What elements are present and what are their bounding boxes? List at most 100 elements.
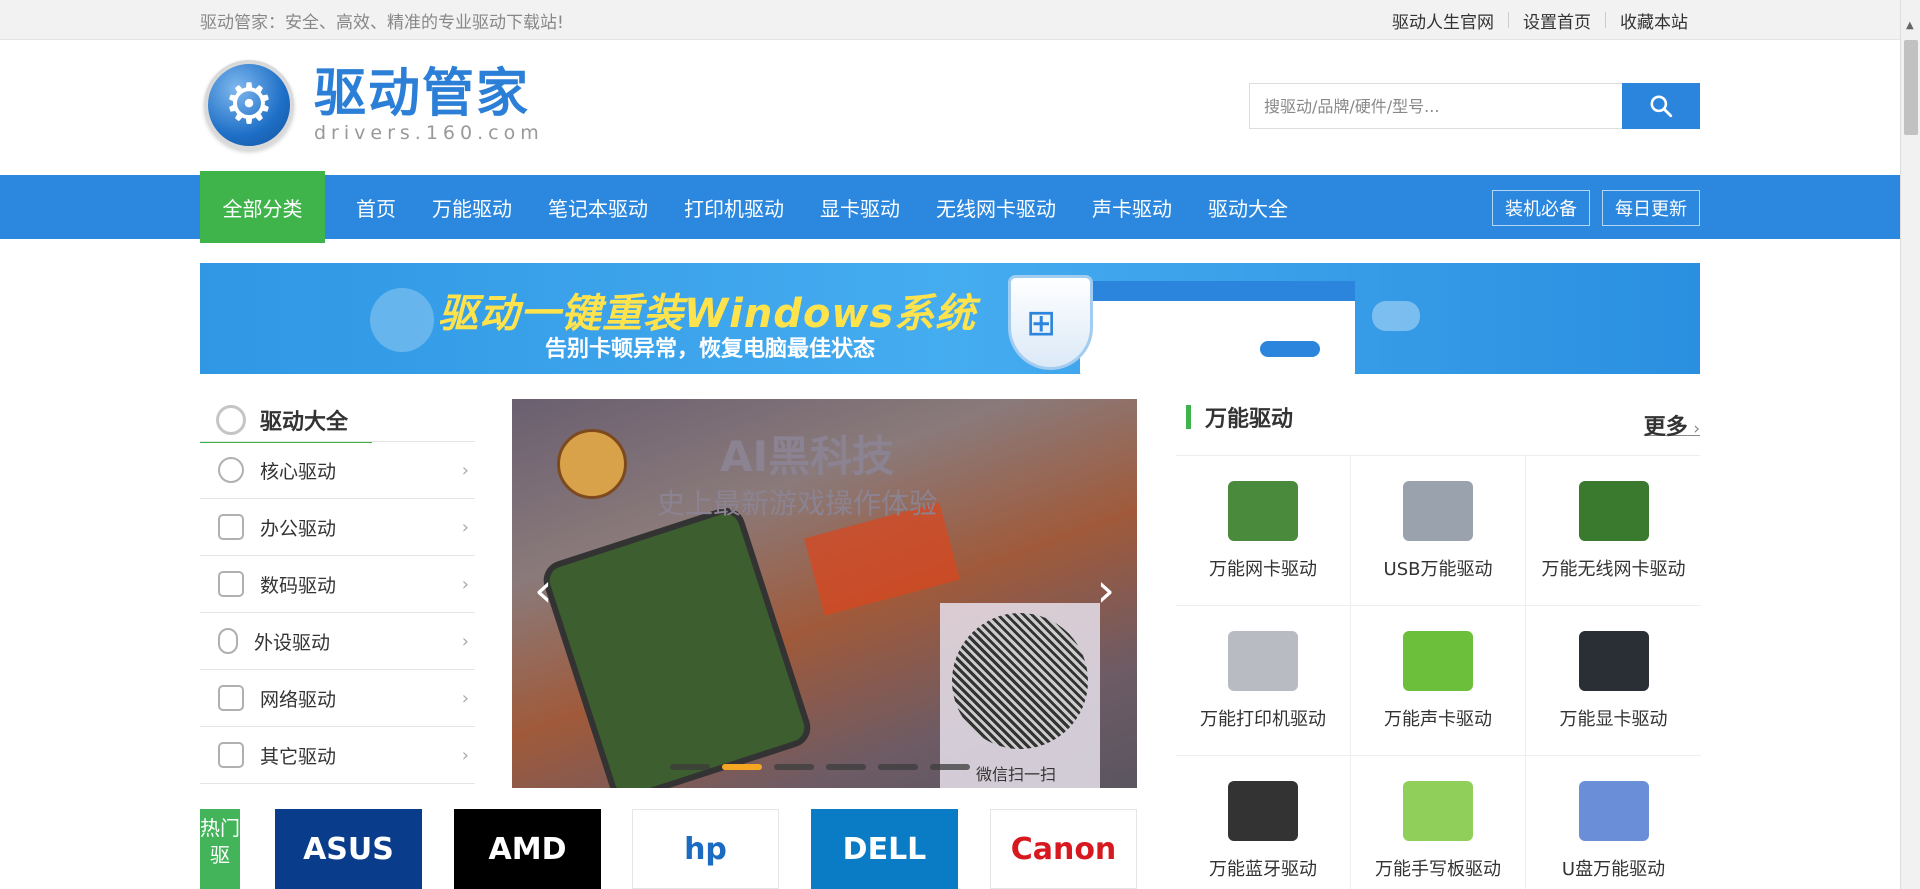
promo-banner[interactable]: 驱动一键重装Windows系统 告别卡顿异常，恢复电脑最佳状态 ⊞ [200,263,1700,374]
logo-title: 驱动管家 [314,64,531,124]
qr-label: 微信扫一扫 [976,765,1057,784]
driver-grid-item[interactable]: 万能手写板驱动 [1351,756,1526,889]
sidebar-item-label: 核心驱动 [260,460,337,483]
hot-drivers-label: 热门驱 [200,809,240,889]
nav-sound-drivers[interactable]: 声卡驱动 [1074,193,1190,222]
brand-logo-dell[interactable]: DELL [811,809,958,889]
driver-categories: 驱动大全 核心驱动 › 办公驱动 › 数码驱动 › 外设驱动 › 网络驱动 › [200,399,475,784]
all-categories-button[interactable]: 全部分类 [200,171,325,243]
carousel-prev-button[interactable]: ‹ [534,567,552,613]
sidebar-item-label: 外设驱动 [254,631,331,654]
carousel-dot[interactable] [826,764,866,770]
sidebar-item-label: 网络驱动 [260,688,337,711]
driver-hardware-icon [1578,780,1649,841]
brand-logo-hp[interactable]: hp [632,809,779,889]
camera-icon [218,571,244,597]
brand-logo-canon[interactable]: Canon [990,809,1137,889]
router-icon [218,685,244,711]
scrollbar-thumb[interactable] [1904,40,1918,135]
gear-icon [216,405,246,435]
logo-domain: drivers.160.com [314,122,544,144]
driver-grid: 万能网卡驱动 USB万能驱动 万能无线网卡驱动万能打印机驱动 万能声卡驱动 万能显卡驱动… [1176,455,1701,889]
top-bar: 驱动管家：安全、高效、精准的专业驱动下载站! 驱动人生官网 设置首页 收藏本站 [0,0,1920,40]
sidebar-item-peripheral[interactable]: 外设驱动 › [200,613,475,670]
sidebar-item-core[interactable]: 核心驱动 › [200,442,475,499]
carousel-headline: AI黑科技 [720,432,895,481]
driver-grid-label: 万能显卡驱动 [1559,708,1668,730]
driver-grid-item[interactable]: 万能网卡驱动 [1176,456,1351,606]
carousel-subline: 史上最新游戏操作体验 [657,487,938,520]
gamepad-icon [1372,301,1420,331]
driver-grid-label: 万能网卡驱动 [1209,558,1317,580]
essentials-button[interactable]: 装机必备 [1492,190,1590,226]
driver-hardware-icon [1403,480,1473,541]
brand-logo-asus[interactable]: ASUS [275,809,422,889]
brand-logo-amd[interactable]: AMD [454,809,601,889]
gear-logo-icon: ⚙ [204,60,294,150]
driver-hardware-icon [1578,630,1649,691]
universal-drivers-panel: 万能驱动 更多 › 万能网卡驱动 USB万能驱动 万能无线网卡驱动 万能打印机驱动 万能… [1176,399,1701,889]
driver-grid-item[interactable]: USB万能驱动 [1351,456,1526,606]
driver-grid-item[interactable]: U盘万能驱动 [1526,756,1701,889]
windows-icon: ⊞ [1026,303,1057,344]
carousel-dot[interactable] [670,764,710,770]
panel-header: 万能驱动 更多 › [1176,399,1700,440]
daily-updates-button[interactable]: 每日更新 [1602,190,1700,226]
nav-all-drivers[interactable]: 驱动大全 [1190,193,1306,222]
driver-grid-item[interactable]: 万能声卡驱动 [1351,606,1526,756]
driver-hardware-icon [1228,780,1298,841]
sidebar-item-network[interactable]: 网络驱动 › [200,670,475,727]
more-link[interactable]: 更多 › [1644,409,1700,441]
set-homepage-link[interactable]: 设置首页 [1509,8,1605,33]
driver-grid-item[interactable]: 万能显卡驱动 [1526,606,1701,756]
nav-graphics-drivers[interactable]: 显卡驱动 [802,193,918,222]
mascot-icon [370,288,434,352]
panel-title: 万能驱动 [1205,407,1294,432]
sidebar-item-office[interactable]: 办公驱动 › [200,499,475,556]
sidebar-item-other[interactable]: 其它驱动 › [200,727,475,784]
promo-carousel[interactable]: AI黑科技 史上最新游戏操作体验 微信扫一扫 ‹ › [512,399,1137,788]
phone-image [538,502,816,788]
driver-grid-label: 万能打印机驱动 [1200,708,1326,730]
driver-grid-item[interactable]: 万能无线网卡驱动 [1526,456,1701,606]
driver-grid-label: USB万能驱动 [1383,558,1493,580]
carousel-dot[interactable] [878,764,918,770]
carousel-dot-active[interactable] [722,764,762,770]
banner-subtitle: 告别卡顿异常，恢复电脑最佳状态 [545,337,876,362]
driver-grid-item[interactable]: 万能蓝牙驱动 [1176,756,1351,889]
driver-grid-label: 万能无线网卡驱动 [1541,558,1686,580]
nav-laptop-drivers[interactable]: 笔记本驱动 [530,193,666,222]
site-header: ⚙ 驱动管家 drivers.160.com [0,40,1920,175]
nav-wireless-drivers[interactable]: 无线网卡驱动 [918,193,1074,222]
chevron-right-icon: › [461,573,469,595]
site-slogan: 驱动管家：安全、高效、精准的专业驱动下载站! [200,12,564,33]
driver-hardware-icon [1403,780,1473,841]
nav-universal-drivers[interactable]: 万能驱动 [414,193,530,222]
chip-icon [218,457,244,483]
driver-hardware-icon [1228,630,1298,691]
sidebar-item-digital[interactable]: 数码驱动 › [200,556,475,613]
chevron-right-icon: › [461,630,469,652]
carousel-next-button[interactable]: › [1097,567,1115,613]
sidebar-title: 驱动大全 [260,410,349,435]
official-site-link[interactable]: 驱动人生官网 [1378,8,1508,33]
page-scrollbar[interactable]: ▲ [1900,0,1920,889]
bookmark-link[interactable]: 收藏本站 [1606,8,1700,33]
carousel-dot[interactable] [774,764,814,770]
chevron-right-icon: › [461,516,469,538]
driver-grid-item[interactable]: 万能打印机驱动 [1176,606,1351,756]
search-icon [1650,95,1673,118]
site-logo[interactable]: ⚙ 驱动管家 drivers.160.com [204,60,544,150]
main-nav: 全部分类 首页 万能驱动 笔记本驱动 打印机驱动 显卡驱动 无线网卡驱动 声卡驱… [0,171,1920,243]
search-button[interactable] [1622,83,1700,129]
driver-grid-label: 万能蓝牙驱动 [1209,858,1317,880]
nav-home[interactable]: 首页 [338,193,414,222]
carousel-dot[interactable] [930,764,970,770]
mouse-icon [218,628,238,654]
nav-printer-drivers[interactable]: 打印机驱动 [666,193,802,222]
sidebar-item-label: 数码驱动 [260,574,337,597]
app-screenshot [1080,281,1355,374]
search-input[interactable] [1249,83,1622,129]
chevron-right-icon: › [461,687,469,709]
scroll-up-icon[interactable]: ▲ [1906,20,1914,31]
